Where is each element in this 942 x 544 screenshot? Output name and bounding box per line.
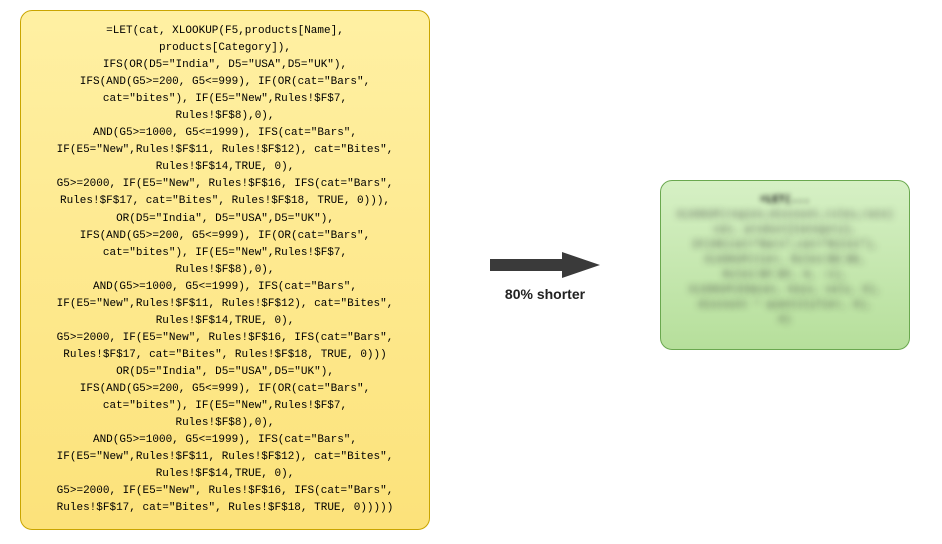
code-line: Rules!$F$14,TRUE, 0), bbox=[31, 159, 419, 176]
blurred-code-line: IF(OR(cat="Bars",cat="Bites"), bbox=[669, 238, 901, 253]
code-line: IF(E5="New",Rules!$F$11, Rules!$F$12), c… bbox=[31, 296, 419, 313]
code-line: cat="bites"), IF(E5="New",Rules!$F$7, bbox=[31, 91, 419, 108]
blurred-code-line: =LET(... bbox=[669, 193, 901, 208]
code-line: Rules!$F$14,TRUE, 0), bbox=[31, 313, 419, 330]
arrow-icon bbox=[490, 250, 600, 280]
code-line: G5>=2000, IF(E5="New", Rules!$F$16, IFS(… bbox=[31, 330, 419, 347]
code-line: OR(D5="India", D5="USA",D5="UK"), bbox=[31, 211, 419, 228]
code-line: AND(G5>=1000, G5<=1999), IFS(cat="Bars", bbox=[31, 432, 419, 449]
short-formula-box: =LET(... XLOOKUP(region,discount_rules,r… bbox=[660, 180, 910, 350]
code-line: IFS(AND(G5>=200, G5<=999), IF(OR(cat="Ba… bbox=[31, 74, 419, 91]
code-line: OR(D5="India", D5="USA",D5="UK"), bbox=[31, 364, 419, 381]
code-line: IFS(AND(G5>=200, G5<=999), IF(OR(cat="Ba… bbox=[31, 381, 419, 398]
blurred-code-line: discount * quantityTier, 0), bbox=[669, 298, 901, 313]
code-line: Rules!$F$17, cat="Bites", Rules!$F$18, T… bbox=[31, 347, 419, 364]
code-line: =LET(cat, XLOOKUP(F5,products[Name], bbox=[31, 23, 419, 40]
code-line: Rules!$F$8),0), bbox=[31, 108, 419, 125]
code-line: IFS(AND(G5>=200, G5<=999), IF(OR(cat="Ba… bbox=[31, 228, 419, 245]
long-formula-box: =LET(cat, XLOOKUP(F5,products[Name], pro… bbox=[20, 10, 430, 530]
blurred-code-line: Rules!$F:$F, 0, -1), bbox=[669, 268, 901, 283]
code-line: Rules!$F$8),0), bbox=[31, 415, 419, 432]
blurred-code-line: XLOOKUP(tier, Rules!$E:$E, bbox=[669, 253, 901, 268]
code-line: Rules!$F$14,TRUE, 0), bbox=[31, 466, 419, 483]
code-line: cat="bites"), IF(E5="New",Rules!$F$7, bbox=[31, 398, 419, 415]
code-line: IF(E5="New",Rules!$F$11, Rules!$F$12), c… bbox=[31, 142, 419, 159]
code-line: G5>=2000, IF(E5="New", Rules!$F$16, IFS(… bbox=[31, 176, 419, 193]
code-line: Rules!$F$8),0), bbox=[31, 262, 419, 279]
code-line: G5>=2000, IF(E5="New", Rules!$F$16, IFS(… bbox=[31, 483, 419, 500]
code-line: IFS(OR(D5="India", D5="USA",D5="UK"), bbox=[31, 57, 419, 74]
code-line: AND(G5>=1000, G5<=1999), IFS(cat="Bars", bbox=[31, 279, 419, 296]
code-line: Rules!$F$17, cat="Bites", Rules!$F$18, T… bbox=[31, 500, 419, 517]
code-line: cat="bites"), IF(E5="New",Rules!$F$7, bbox=[31, 245, 419, 262]
blurred-code-line: XLOOKUP(region,discount_rules,rate) bbox=[669, 208, 901, 223]
blurred-code-line: 0) bbox=[669, 313, 901, 328]
arrow-label: 80% shorter bbox=[485, 286, 605, 302]
code-line: IF(E5="New",Rules!$F$11, Rules!$F$12), c… bbox=[31, 449, 419, 466]
code-line: products[Category]), bbox=[31, 40, 419, 57]
blurred-code-line: XLOOKUP(E5&cat, keys, vals, 0), bbox=[669, 283, 901, 298]
code-line: AND(G5>=1000, G5<=1999), IFS(cat="Bars", bbox=[31, 125, 419, 142]
blurred-code-line: cat, product[Category], bbox=[669, 223, 901, 238]
arrow-container: 80% shorter bbox=[485, 250, 605, 302]
code-line: Rules!$F$17, cat="Bites", Rules!$F$18, T… bbox=[31, 193, 419, 210]
